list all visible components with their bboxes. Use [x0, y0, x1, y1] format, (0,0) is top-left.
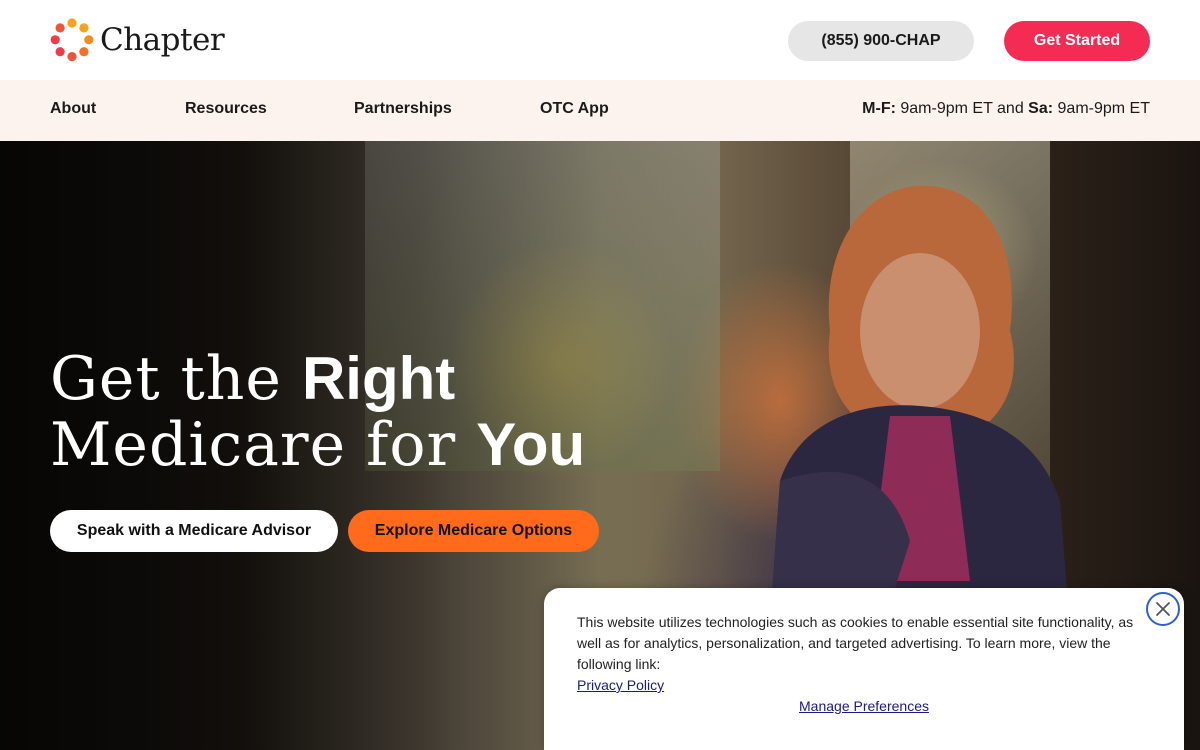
privacy-policy-link[interactable]: Privacy Policy	[577, 677, 664, 693]
hero-headline-line-2: Medicare for You	[50, 410, 586, 480]
logo-text: Chapter	[100, 22, 225, 58]
saturday-label: Sa:	[1028, 100, 1054, 117]
weekday-hours: 9am-9pm ET	[900, 100, 993, 117]
site-header: Chapter (855) 900-CHAP Get Started	[0, 0, 1200, 80]
explore-medicare-options-button[interactable]: Explore Medicare Options	[348, 510, 599, 552]
nav-item-otc-app[interactable]: OTC App	[540, 100, 609, 118]
phone-button[interactable]: (855) 900-CHAP	[788, 21, 974, 61]
cookie-banner: This website utilizes technologies such …	[544, 588, 1184, 750]
close-x-glyph	[1156, 602, 1170, 616]
hero-headline-bold-1: Right	[301, 345, 456, 412]
main-nav: About Resources Partnerships OTC App M-F…	[0, 80, 1200, 141]
saturday-hours: 9am-9pm ET	[1057, 100, 1150, 117]
nav-item-partnerships[interactable]: Partnerships	[354, 100, 452, 118]
nav-item-resources[interactable]: Resources	[185, 100, 267, 118]
hero-headline-bold-2: You	[476, 411, 586, 478]
hours-joiner: and	[997, 100, 1024, 117]
cookie-message: This website utilizes technologies such …	[577, 614, 1134, 672]
cookie-text-block: This website utilizes technologies such …	[577, 612, 1157, 696]
hero-headline-light-2: Medicare for	[50, 410, 457, 480]
business-hours: M-F: 9am-9pm ET and Sa: 9am-9pm ET	[862, 100, 1150, 118]
weekday-label: M-F:	[862, 100, 896, 117]
hero-headline-light-1: Get the	[50, 344, 282, 414]
manage-preferences-link[interactable]: Manage Preferences	[799, 698, 929, 714]
logo[interactable]: Chapter	[50, 18, 225, 62]
close-icon[interactable]	[1146, 592, 1180, 626]
chapter-dot-ring-icon	[50, 18, 94, 62]
hero-headline: Get the Right Medicare for You	[50, 344, 586, 480]
hero-headline-line-1: Get the Right	[50, 344, 585, 414]
get-started-button[interactable]: Get Started	[1004, 21, 1150, 61]
speak-with-advisor-button[interactable]: Speak with a Medicare Advisor	[50, 510, 338, 552]
nav-item-about[interactable]: About	[50, 100, 96, 118]
manage-preferences-row: Manage Preferences	[544, 698, 1184, 714]
